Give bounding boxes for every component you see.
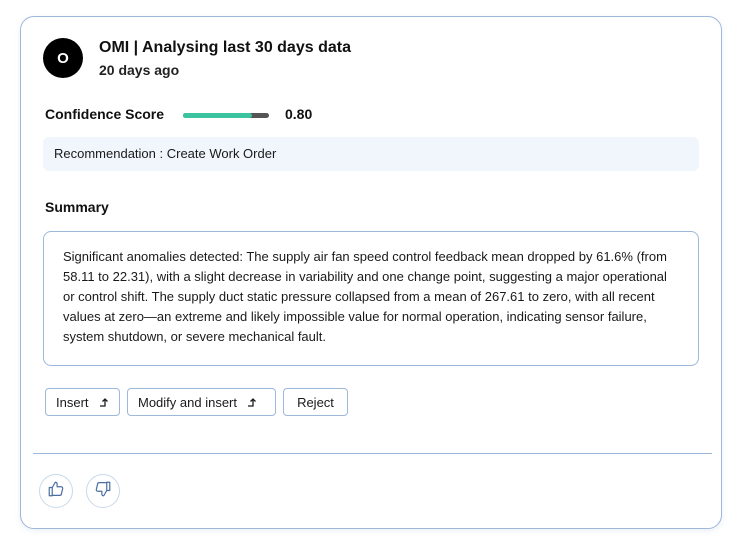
- insert-button-label: Insert: [56, 394, 89, 410]
- dislike-button[interactable]: [86, 474, 120, 508]
- confidence-bar: [183, 113, 269, 118]
- recommendation-banner: Recommendation : Create Work Order: [43, 137, 699, 171]
- card-title: OMI | Analysing last 30 days data: [99, 39, 351, 56]
- insert-arrow-icon: [247, 397, 258, 408]
- insert-button[interactable]: Insert: [45, 388, 120, 416]
- avatar-letter: O: [57, 49, 69, 67]
- confidence-value: 0.80: [285, 106, 313, 122]
- confidence-bar-fill: [183, 113, 252, 118]
- thumbs-up-icon: [47, 480, 65, 503]
- recommendation-card: O OMI | Analysing last 30 days data 20 d…: [20, 16, 722, 529]
- summary-text: Significant anomalies detected: The supp…: [43, 231, 699, 366]
- modify-button-label: Modify and insert: [138, 394, 237, 410]
- reject-button[interactable]: Reject: [283, 388, 348, 416]
- thumbs-down-icon: [94, 480, 112, 503]
- like-button[interactable]: [39, 474, 73, 508]
- divider: [33, 453, 712, 454]
- modify-and-insert-button[interactable]: Modify and insert: [127, 388, 276, 416]
- timestamp: 20 days ago: [99, 62, 180, 78]
- reject-button-label: Reject: [297, 394, 334, 410]
- insert-arrow-icon: [99, 397, 110, 408]
- confidence-label: Confidence Score: [45, 106, 165, 122]
- summary-heading: Summary: [45, 199, 109, 215]
- avatar: O: [43, 38, 83, 78]
